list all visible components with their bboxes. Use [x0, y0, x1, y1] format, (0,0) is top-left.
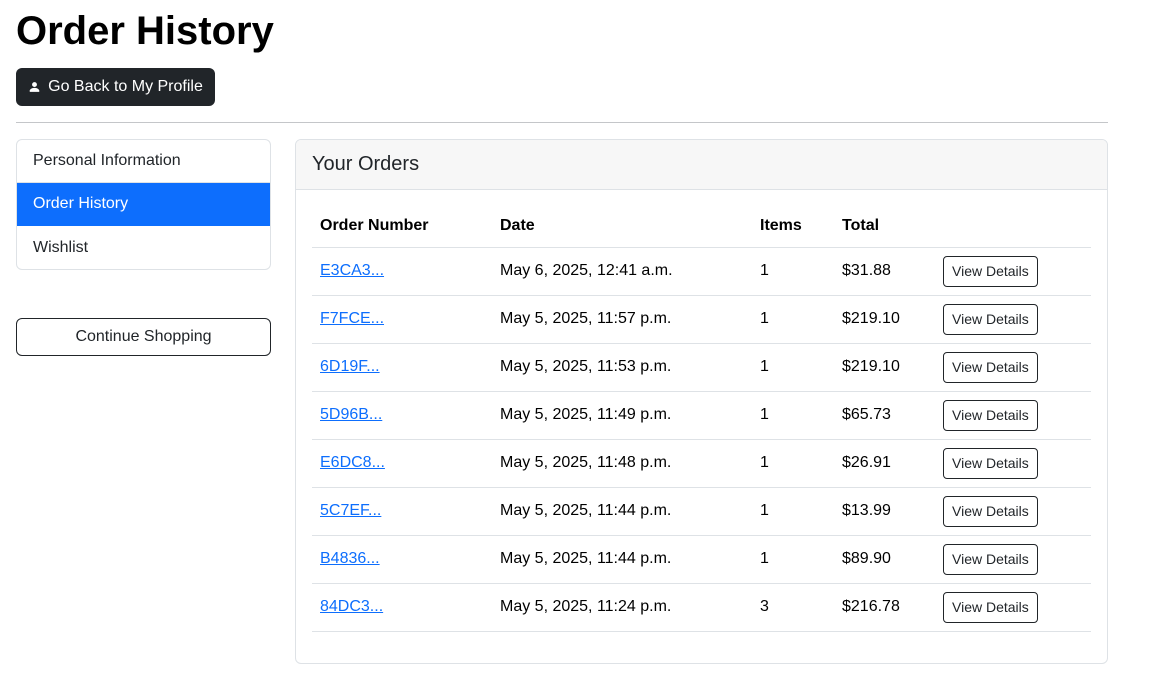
- page-title: Order History: [16, 9, 274, 53]
- sidebar-item-label: Order History: [33, 195, 129, 212]
- divider: [16, 122, 1108, 123]
- view-details-button[interactable]: View Details: [943, 495, 1038, 527]
- table-row: 5D96B... May 5, 2025, 11:49 p.m. 1 $65.73 Vi…: [312, 391, 1091, 440]
- order-date: May 5, 2025, 11:57 p.m.: [492, 295, 752, 344]
- order-actions-cell: View Details: [935, 583, 1091, 632]
- page: Order History Go Back to My Profile Pers…: [0, 0, 1156, 664]
- table-row: 5C7EF... May 5, 2025, 11:44 p.m. 1 $13.99 Vi…: [312, 487, 1091, 536]
- order-items: 1: [752, 343, 834, 392]
- order-number-cell: 5D96B...: [312, 391, 492, 440]
- person-icon: [29, 82, 40, 92]
- view-details-button[interactable]: View Details: [943, 351, 1038, 383]
- order-actions-cell: View Details: [935, 295, 1091, 344]
- view-details-button[interactable]: View Details: [943, 399, 1038, 431]
- sidebar-item-order-history[interactable]: Order History: [17, 183, 270, 226]
- order-total: $26.91: [834, 439, 935, 488]
- order-number-link[interactable]: 6D19F...: [320, 358, 380, 375]
- back-to-profile-label: Go Back to My Profile: [48, 78, 203, 95]
- order-total: $65.73: [834, 391, 935, 440]
- order-total: $219.10: [834, 343, 935, 392]
- column-header-items: Items: [752, 206, 834, 248]
- profile-nav: Personal Information Order History Wishl…: [16, 139, 271, 270]
- order-total: $31.88: [834, 247, 935, 296]
- order-number-link[interactable]: E6DC8...: [320, 454, 385, 471]
- order-actions-cell: View Details: [935, 247, 1091, 296]
- order-items: 1: [752, 295, 834, 344]
- order-number-link[interactable]: F7FCE...: [320, 310, 384, 327]
- order-total: $13.99: [834, 487, 935, 536]
- order-items: 1: [752, 439, 834, 488]
- sidebar-item-label: Personal Information: [33, 152, 181, 169]
- column-header-actions: [935, 206, 1091, 248]
- back-to-profile-button[interactable]: Go Back to My Profile: [16, 68, 215, 106]
- column-header-total: Total: [834, 206, 935, 248]
- order-number-cell: 84DC3...: [312, 583, 492, 632]
- view-details-button[interactable]: View Details: [943, 543, 1038, 575]
- order-number-link[interactable]: 5D96B...: [320, 406, 382, 423]
- orders-table: Order Number Date Items Total E3CA3... Ma…: [312, 206, 1091, 632]
- table-row: 84DC3... May 5, 2025, 11:24 p.m. 3 $216.78 V…: [312, 583, 1091, 632]
- sidebar-item-label: Wishlist: [33, 238, 89, 256]
- table-row: B4836... May 5, 2025, 11:44 p.m. 1 $89.90 Vi…: [312, 535, 1091, 584]
- view-details-button[interactable]: View Details: [943, 447, 1038, 479]
- order-actions-cell: View Details: [935, 391, 1091, 440]
- order-date: May 5, 2025, 11:44 p.m.: [492, 535, 752, 584]
- sidebar-item-wishlist[interactable]: Wishlist: [17, 226, 270, 269]
- order-number-cell: 6D19F...: [312, 343, 492, 392]
- order-date: May 5, 2025, 11:53 p.m.: [492, 343, 752, 392]
- table-header-row: Order Number Date Items Total: [312, 206, 1091, 248]
- order-actions-cell: View Details: [935, 343, 1091, 392]
- order-number-cell: E3CA3...: [312, 247, 492, 296]
- order-date: May 6, 2025, 12:41 a.m.: [492, 247, 752, 296]
- order-number-cell: 5C7EF...: [312, 487, 492, 536]
- order-actions-cell: View Details: [935, 439, 1091, 488]
- continue-shopping-button[interactable]: Continue Shopping: [16, 318, 271, 356]
- column-header-order-number: Order Number: [312, 206, 492, 248]
- sidebar-item-personal-information[interactable]: Personal Information: [17, 140, 270, 183]
- orders-card-body: Order Number Date Items Total E3CA3... Ma…: [296, 190, 1107, 632]
- table-row: E6DC8... May 5, 2025, 11:48 p.m. 1 $26.91 Vi…: [312, 439, 1091, 488]
- order-date: May 5, 2025, 11:24 p.m.: [492, 583, 752, 632]
- order-items: 1: [752, 391, 834, 440]
- order-number-cell: E6DC8...: [312, 439, 492, 488]
- view-details-button[interactable]: View Details: [943, 303, 1038, 335]
- order-items: 1: [752, 535, 834, 584]
- order-items: 1: [752, 487, 834, 536]
- order-actions-cell: View Details: [935, 535, 1091, 584]
- view-details-button[interactable]: View Details: [943, 255, 1038, 287]
- order-actions-cell: View Details: [935, 487, 1091, 536]
- order-total: $89.90: [834, 535, 935, 584]
- order-number-link[interactable]: B4836...: [320, 550, 380, 567]
- sidebar: Personal Information Order History Wishl…: [16, 139, 271, 356]
- order-number-link[interactable]: E3CA3...: [320, 262, 384, 279]
- table-row: 6D19F... May 5, 2025, 11:53 p.m. 1 $219.10 V…: [312, 343, 1091, 392]
- order-date: May 5, 2025, 11:48 p.m.: [492, 439, 752, 488]
- view-details-button[interactable]: View Details: [943, 591, 1038, 623]
- table-row: F7FCE... May 5, 2025, 11:57 p.m. 1 $219.10 V…: [312, 295, 1091, 344]
- orders-card-title: Your Orders: [296, 140, 1107, 190]
- order-number-link[interactable]: 84DC3...: [320, 598, 383, 615]
- orders-card: Your Orders Order Number Date Items Tota…: [295, 139, 1108, 664]
- order-items: 1: [752, 247, 834, 296]
- table-row: E3CA3... May 6, 2025, 12:41 a.m. 1 $31.88 Vi…: [312, 247, 1091, 296]
- column-header-date: Date: [492, 206, 752, 248]
- order-number-cell: F7FCE...: [312, 295, 492, 344]
- order-number-cell: B4836...: [312, 535, 492, 584]
- order-total: $216.78: [834, 583, 935, 632]
- order-date: May 5, 2025, 11:49 p.m.: [492, 391, 752, 440]
- orders-table-body: E3CA3... May 6, 2025, 12:41 a.m. 1 $31.88 Vi…: [312, 247, 1091, 632]
- order-number-link[interactable]: 5C7EF...: [320, 502, 381, 519]
- order-items: 3: [752, 583, 834, 632]
- order-total: $219.10: [834, 295, 935, 344]
- order-date: May 5, 2025, 11:44 p.m.: [492, 487, 752, 536]
